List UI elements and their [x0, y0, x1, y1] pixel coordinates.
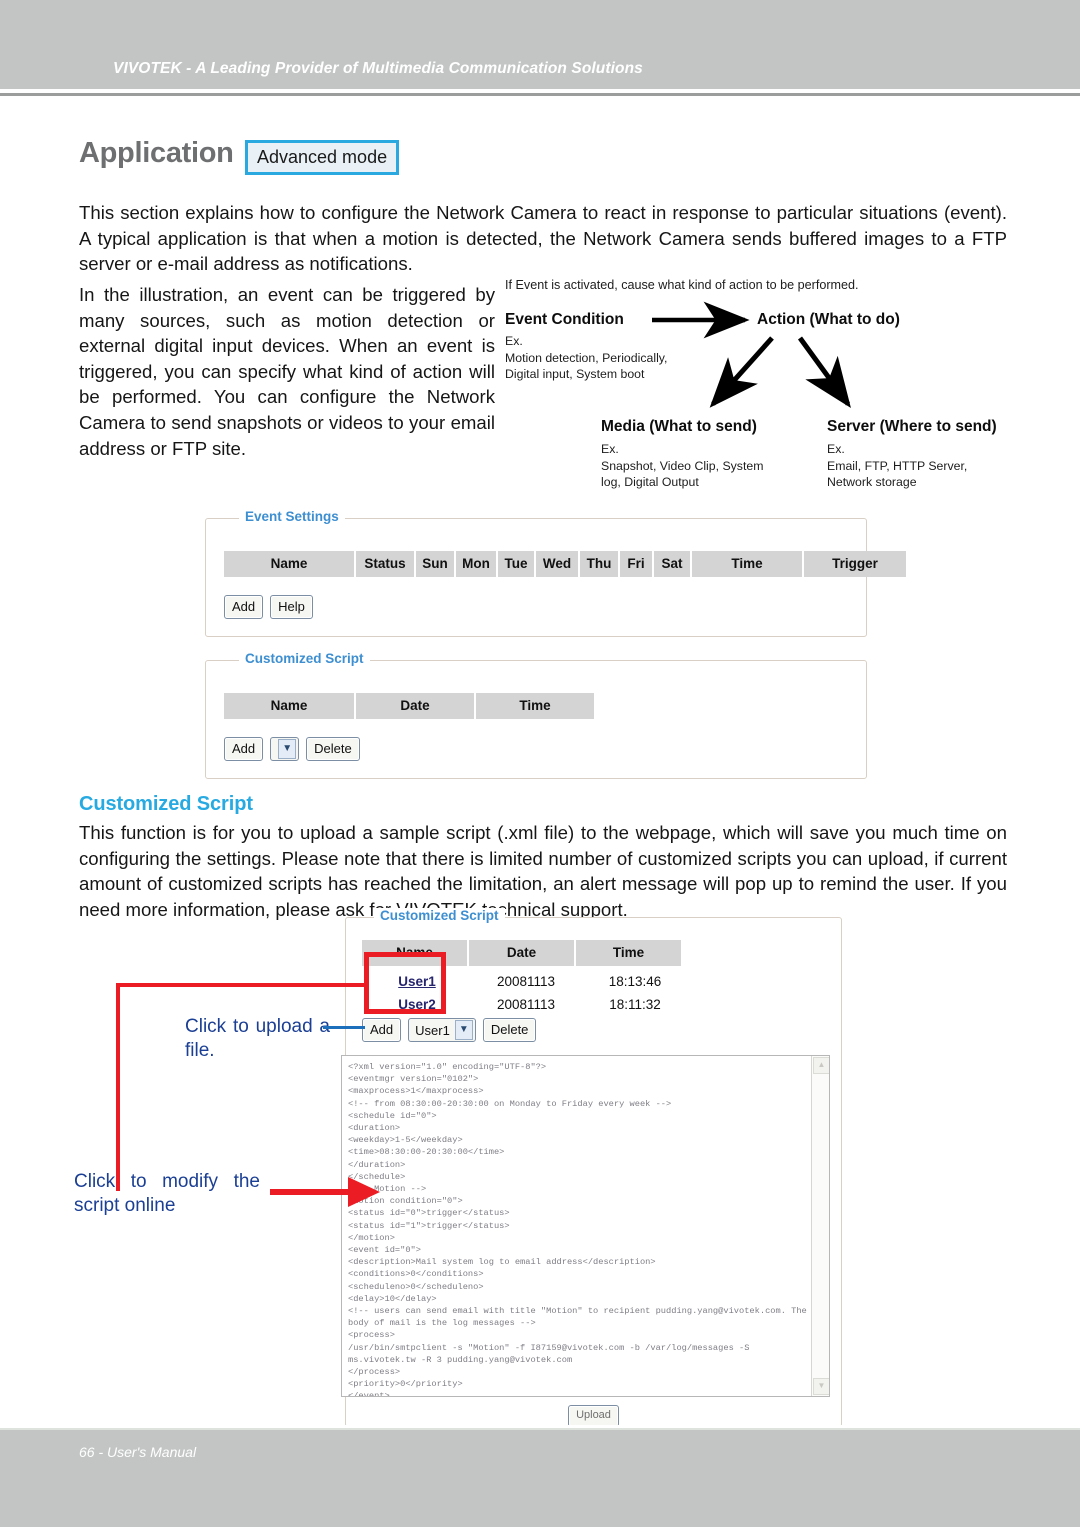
event-settings-actions: Add Help [224, 595, 313, 619]
customized-script-select[interactable]: ▼ [270, 737, 300, 761]
script-editor-textarea[interactable]: <?xml version="1.0" encoding="UTF-8"?> <… [341, 1055, 830, 1397]
diagram-event-condition-examples: Ex. Motion detection, Periodically, Digi… [505, 334, 668, 381]
script-time: 18:11:32 [609, 997, 661, 1012]
column-header-fri: Fri [620, 551, 654, 577]
script-time: 18:13:46 [608, 974, 662, 989]
chevron-down-icon: ▼ [454, 1020, 473, 1040]
modify-annotation-arrow [270, 1177, 380, 1207]
advanced-mode-badge: Advanced mode [245, 140, 400, 175]
customized-script-empty-legend: Customized Script [239, 651, 370, 666]
column-header-date: Date [469, 940, 576, 966]
name-callout-leader-horizontal [116, 983, 366, 987]
script-delete-button[interactable]: Delete [482, 1018, 537, 1042]
script-editor-content: <?xml version="1.0" encoding="UTF-8"?> <… [348, 1062, 807, 1397]
scroll-up-icon[interactable]: ▲ [813, 1057, 829, 1074]
diagram-media-title: Media (What to send) [601, 418, 757, 435]
customized-script-empty-actions: Add ▼ Delete [224, 737, 360, 761]
column-header-sun: Sun [416, 551, 456, 577]
customized-script-heading: Customized Script [79, 793, 253, 815]
event-settings-add-button[interactable]: Add [224, 595, 264, 619]
column-header-sat: Sat [654, 551, 692, 577]
diagram-caption: If Event is activated, cause what kind o… [505, 278, 859, 292]
script-user-select-value: User1 [415, 1022, 450, 1038]
scroll-down-icon[interactable]: ▼ [813, 1378, 829, 1395]
brand-tagline: VIVOTEK - A Leading Provider of Multimed… [113, 60, 643, 77]
customized-script-delete-button[interactable]: Delete [306, 737, 360, 761]
upload-button[interactable]: Upload [568, 1405, 619, 1427]
name-callout-leader-vertical [116, 983, 120, 1191]
column-header-trigger: Trigger [804, 551, 906, 577]
script-date: 20081113 [496, 997, 556, 1012]
diagram-server-examples: Ex. Email, FTP, HTTP Server, Network sto… [827, 442, 968, 489]
customized-script-add-button[interactable]: Add [224, 737, 264, 761]
script-add-button[interactable]: Add [362, 1018, 402, 1042]
column-header-mon: Mon [456, 551, 498, 577]
customized-script-empty-panel: Customized Script Name Date Time Add ▼ D… [205, 651, 867, 779]
column-header-name: Name [224, 693, 356, 719]
name-column-callout-box [364, 952, 446, 1014]
customized-script-body: This function is for you to upload a sam… [79, 822, 1007, 920]
customized-script-filled-legend: Customized Script [374, 908, 505, 923]
column-header-status: Status [356, 551, 416, 577]
customized-script-empty-header-row: Name Date Time [224, 693, 594, 719]
upload-annotation-leader [323, 1026, 365, 1029]
illustration-paragraph: In the illustration, an event can be tri… [79, 284, 495, 459]
script-editor-scrollbar[interactable]: ▲ ▼ [811, 1056, 829, 1396]
intro-paragraph: This section explains how to configure t… [79, 202, 1007, 275]
column-header-time: Time [692, 551, 804, 577]
modify-annotation: Click to modify the script online [74, 1171, 260, 1216]
customized-script-filled-actions: Add User1 ▼ Delete [362, 1018, 537, 1042]
column-header-date: Date [356, 693, 476, 719]
page-title: Application [79, 137, 234, 169]
diagram-media-examples: Ex. Snapshot, Video Clip, System log, Di… [601, 442, 764, 489]
column-header-tue: Tue [498, 551, 536, 577]
column-header-time: Time [576, 940, 681, 966]
column-header-time: Time [476, 693, 594, 719]
event-settings-legend: Event Settings [239, 509, 345, 524]
event-flow-diagram: If Event is activated, cause what kind o… [500, 276, 1015, 506]
column-header-name: Name [224, 551, 356, 577]
chevron-down-icon: ▼ [278, 739, 297, 759]
diagram-action-title: Action (What to do) [757, 311, 900, 328]
footer-page-label: 66 - User's Manual [79, 1444, 197, 1460]
event-settings-panel: Event Settings Name Status Sun Mon Tue W… [205, 509, 906, 637]
event-settings-help-button[interactable]: Help [270, 595, 313, 619]
column-header-wed: Wed [536, 551, 580, 577]
column-header-thu: Thu [580, 551, 620, 577]
script-date: 20081113 [496, 974, 556, 989]
script-upload-row: Upload [346, 1405, 841, 1427]
upload-annotation: Click to upload a file. [185, 1016, 330, 1061]
diagram-event-condition-title: Event Condition [505, 311, 624, 328]
diagram-server-title: Server (Where to send) [827, 418, 997, 435]
header-divider-white-2 [0, 96, 1080, 99]
event-settings-header-row: Name Status Sun Mon Tue Wed Thu Fri Sat … [224, 551, 906, 577]
script-user-select[interactable]: User1 ▼ [408, 1018, 476, 1042]
